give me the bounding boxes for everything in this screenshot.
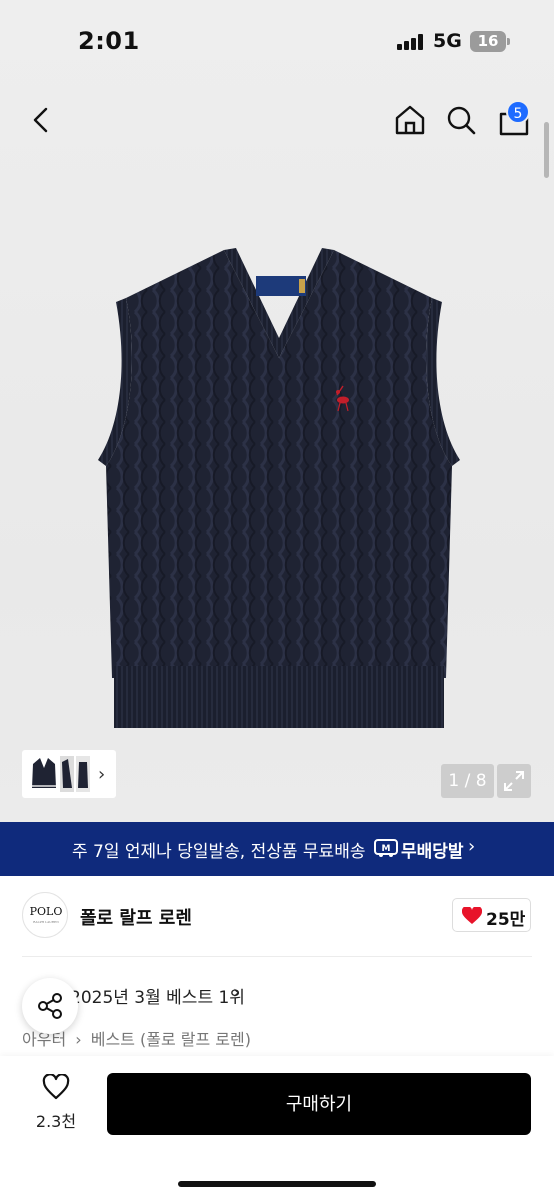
share-button[interactable] [22, 978, 78, 1034]
delivery-truck-icon: M [374, 839, 398, 857]
wishlist-count: 2.3천 [35, 1112, 77, 1131]
svg-text:M: M [382, 844, 391, 854]
brand-like-button[interactable]: 25만 [452, 898, 531, 932]
home-indicator [178, 1181, 376, 1187]
brand-like-count: 25만 [486, 910, 526, 930]
chevron-left-icon [33, 107, 48, 133]
delivery-banner-text: 주 7일 언제나 당일발송, 전상품 무료배송 [72, 842, 366, 862]
delivery-brand: 무배당발 [401, 842, 464, 862]
home-icon [395, 105, 425, 135]
expand-image-button[interactable] [497, 764, 531, 798]
back-button[interactable] [22, 100, 62, 140]
thumbnail-back[interactable] [76, 756, 90, 792]
divider [22, 956, 532, 957]
best-ranking-link[interactable]: 2025년 3월 베스트 1위 [70, 983, 245, 1008]
wishlist-button[interactable]: 2.3천 [30, 1074, 82, 1134]
thumbnail-next-icon[interactable]: › [98, 764, 105, 785]
heart-outline-icon [42, 1074, 70, 1100]
expand-icon [504, 771, 524, 791]
product-vest-image [98, 248, 460, 728]
chevron-right-icon: › [468, 836, 476, 857]
home-button[interactable] [390, 100, 430, 140]
brand-logo-text: POLO [29, 905, 63, 918]
battery-tip [507, 38, 510, 45]
product-image-area[interactable]: 2:01 5G 16 5 › 1 / 8 [0, 0, 554, 822]
chevron-right-icon: › [233, 982, 241, 1003]
buy-button[interactable]: 구매하기 [107, 1073, 531, 1135]
battery-icon: 16 [470, 31, 506, 52]
share-icon [38, 993, 62, 1019]
thumbnail-side[interactable] [60, 756, 74, 792]
breadcrumb-subcategory[interactable]: 베스트 (폴로 랄프 로렌) [91, 1030, 251, 1049]
search-button[interactable] [441, 100, 481, 140]
thumbnail-front[interactable] [30, 756, 58, 792]
status-time: 2:01 [78, 27, 140, 55]
image-pager: 1 / 8 [441, 764, 494, 798]
brand-name[interactable]: 폴로 랄프 로렌 [80, 904, 192, 930]
brand-logo[interactable]: POLO RALPH LAUREN [22, 892, 68, 938]
cart-count-badge: 5 [506, 100, 530, 124]
heart-filled-icon [462, 907, 482, 924]
network-type: 5G [433, 30, 462, 52]
status-bar: 2:01 5G 16 [0, 0, 554, 80]
delivery-banner[interactable]: 주 7일 언제나 당일발송, 전상품 무료배송 M 무배당발 › [0, 822, 554, 876]
signal-icon [397, 34, 425, 50]
search-icon [447, 106, 476, 135]
scroll-indicator [544, 122, 549, 178]
brand-logo-subtext: RALPH LAUREN [33, 920, 59, 924]
chevron-right-icon: › [75, 1030, 82, 1049]
